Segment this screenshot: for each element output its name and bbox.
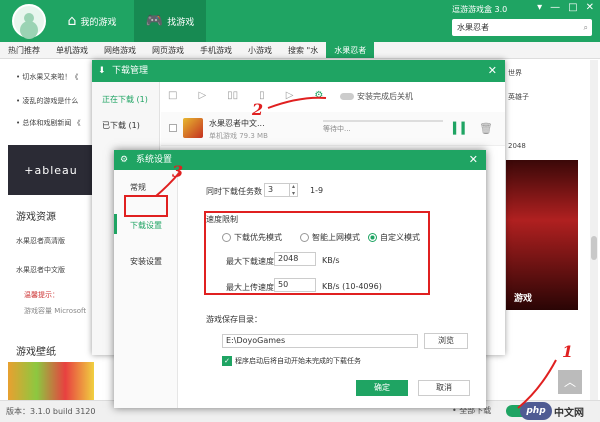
settings-titlebar: ⚙ 系统设置 ✕ xyxy=(114,150,486,170)
resource-item[interactable]: 水果忍者高清版 xyxy=(16,236,65,246)
max-tasks-stepper[interactable]: ▴ ▾ xyxy=(289,183,297,197)
back-to-top-button[interactable]: ︿ xyxy=(558,370,582,394)
active-tab-indicator xyxy=(114,214,117,234)
tableau-ad[interactable]: +ableau xyxy=(8,145,94,195)
cancel-button[interactable]: 取消 xyxy=(418,380,470,396)
php-logo: php xyxy=(520,402,552,420)
highlight-download-settings-tab xyxy=(124,195,168,217)
scroll-thumb[interactable] xyxy=(591,236,597,260)
window-controls: ▾ — □ ✕ xyxy=(537,2,594,13)
tab-hot[interactable]: 热门推荐 xyxy=(0,42,48,58)
tab-find-games[interactable]: 🎮 找游戏 xyxy=(134,0,206,42)
tab-search[interactable]: 搜索 "水 xyxy=(280,42,326,58)
highlight-speed-limit xyxy=(204,211,430,295)
settings-close-button[interactable]: ✕ xyxy=(469,150,478,170)
section-resources: 游戏资源 xyxy=(16,212,56,223)
download-icon: ⬇ xyxy=(98,66,106,76)
news-line[interactable]: • 凌乱的游戏是什么 xyxy=(16,96,78,106)
gear-icon[interactable]: ⚙ xyxy=(314,90,323,101)
game-info: 单机游戏 79.3 MB xyxy=(209,132,268,140)
download-progress-bar xyxy=(323,120,443,122)
avatar[interactable] xyxy=(12,4,46,38)
auto-start-checkbox[interactable]: 程序启动后将自动开始未完成的下载任务 xyxy=(222,356,361,366)
tab-mobile[interactable]: 手机游戏 xyxy=(192,42,240,58)
annotation-2: 2 xyxy=(252,100,264,119)
tip-title: 温馨提示： xyxy=(24,291,59,299)
php-watermark-text: 中文网 xyxy=(554,408,584,419)
tab-web[interactable]: 网页游戏 xyxy=(144,42,192,58)
section-wallpaper: 游戏壁纸 xyxy=(16,347,56,358)
download-status: 等待中... xyxy=(323,125,351,133)
right-line[interactable]: 2048 xyxy=(508,142,526,150)
ok-button[interactable]: 确定 xyxy=(356,380,408,396)
sidebar-item-downloading[interactable]: 正在下载 (1) xyxy=(102,94,148,105)
start-icon[interactable]: ▷ xyxy=(198,90,206,101)
sidebar-item-downloaded[interactable]: 已下载 (1) xyxy=(102,120,140,131)
game-name: 水果忍者中文... xyxy=(209,119,265,128)
tab-general[interactable]: 常规 xyxy=(130,182,146,193)
game-icon xyxy=(183,118,203,138)
row-checkbox[interactable] xyxy=(169,124,177,132)
select-all-icon[interactable]: □ xyxy=(168,90,177,101)
gamepad-icon: 🎮 xyxy=(145,13,164,29)
browse-button[interactable]: 浏览 xyxy=(424,333,468,349)
max-tasks-range: 1-9 xyxy=(310,186,324,195)
annotation-3: 3 xyxy=(172,162,184,181)
right-line[interactable]: 世界 xyxy=(508,68,522,78)
tab-mini[interactable]: 小游戏 xyxy=(240,42,280,58)
scrollbar[interactable] xyxy=(590,60,598,400)
tab-online[interactable]: 网络游戏 xyxy=(96,42,144,58)
save-dir-label: 游戏保存目录： xyxy=(206,315,262,324)
tab-pc[interactable]: 单机游戏 xyxy=(48,42,96,58)
download-manager-titlebar: ⬇ 下载管理 ✕ xyxy=(92,60,505,82)
open-folder-icon[interactable]: ▷ xyxy=(286,90,294,101)
download-toolbar: □ ▷ ▯▯ ▯ ▷ ⚙ xyxy=(168,90,323,101)
annotation-1: 1 xyxy=(562,342,574,361)
wallpaper-thumbnail[interactable] xyxy=(8,362,94,400)
max-tasks-label: 同时下载任务数 xyxy=(206,187,262,196)
right-line[interactable]: 英雄子 xyxy=(508,92,529,102)
news-line[interactable]: • 总体和戏剧新闻 《 xyxy=(16,118,81,128)
row-pause-button[interactable]: ▍▍ xyxy=(453,122,470,135)
search-icon[interactable]: ⌕ xyxy=(584,19,588,36)
menu-button[interactable]: ▾ xyxy=(537,2,542,13)
download-row[interactable]: 水果忍者中文... 单机游戏 79.3 MB 等待中... ▍▍ 🗑 xyxy=(161,112,505,146)
maximize-button[interactable]: □ xyxy=(568,2,577,13)
tab-install-settings[interactable]: 安装设置 xyxy=(130,256,162,267)
gear-icon: ⚙ xyxy=(120,155,129,165)
download-manager-close-button[interactable]: ✕ xyxy=(488,60,497,82)
minimize-button[interactable]: — xyxy=(550,2,560,13)
home-icon: ⌂ xyxy=(67,13,77,29)
save-dir-input[interactable]: E:\DoyoGames xyxy=(222,334,418,348)
close-button[interactable]: ✕ xyxy=(586,2,594,13)
row-delete-button[interactable]: 🗑 xyxy=(479,122,493,135)
tip-body: 游戏容量 Microsoft xyxy=(24,307,87,315)
pause-icon[interactable]: ▯▯ xyxy=(227,90,238,101)
resource-item[interactable]: 水果忍者中文版 xyxy=(16,265,65,275)
tab-download-settings[interactable]: 下载设置 xyxy=(130,220,162,231)
tab-my-games[interactable]: ⌂ 我的游戏 xyxy=(56,0,128,42)
tab-fruit-ninja[interactable]: 水果忍者 xyxy=(326,42,375,58)
news-line[interactable]: • 切水果又来啦！《 xyxy=(16,72,78,82)
game-poster[interactable]: 游戏 xyxy=(506,160,578,310)
shutdown-toggle[interactable]: 安装完成后关机 xyxy=(340,91,413,102)
app-version: 逗游游戏盒 3.0 xyxy=(452,5,508,14)
category-tabs: 热门推荐 单机游戏 网络游戏 网页游戏 手机游戏 小游戏 搜索 "水 水果忍者 xyxy=(0,42,600,59)
search-input[interactable]: 水果忍者 ⌕ xyxy=(452,19,592,36)
top-bar: ⌂ 我的游戏 🎮 找游戏 逗游游戏盒 3.0 ▾ — □ ✕ 水果忍者 ⌕ xyxy=(0,0,600,42)
status-version: 版本：3.1.0 build 3120 xyxy=(6,407,96,416)
